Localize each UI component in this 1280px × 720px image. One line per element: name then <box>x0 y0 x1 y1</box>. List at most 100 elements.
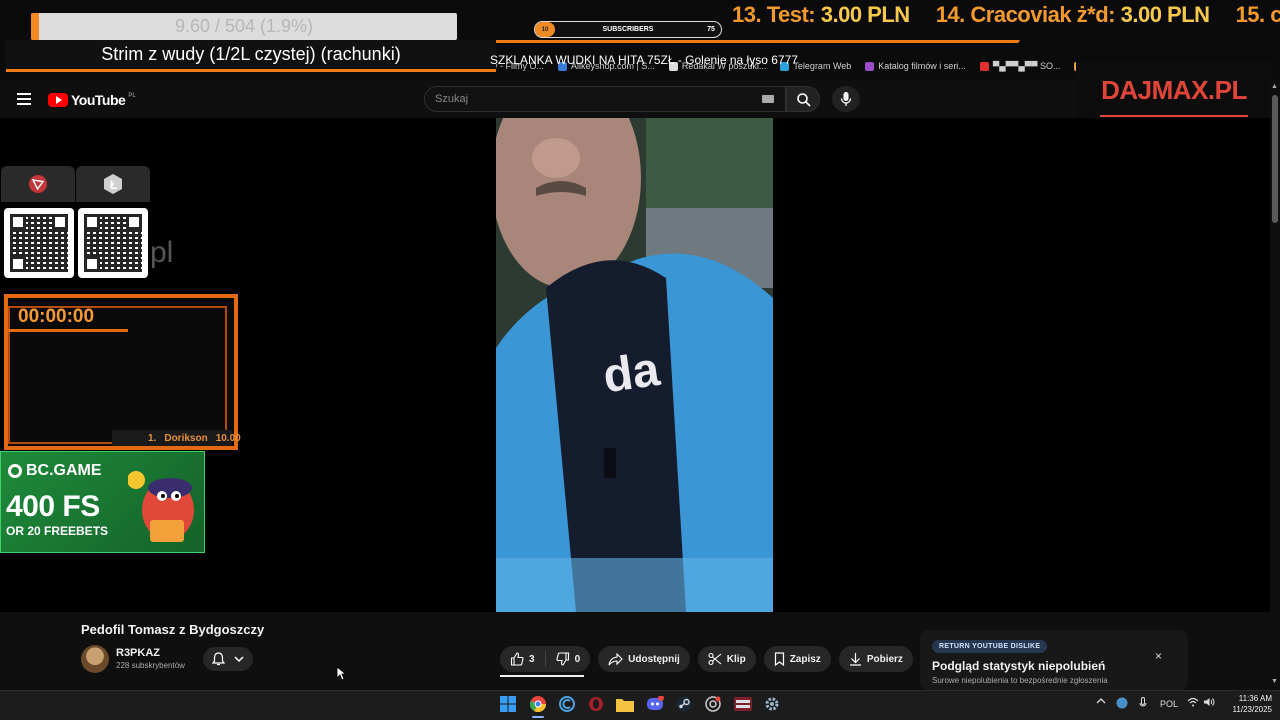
ryd-subtitle: Surowe niepolubienia to bezpośrednie zgł… <box>932 676 1108 685</box>
steam-icon[interactable] <box>675 695 693 713</box>
chrome-icon[interactable] <box>529 695 547 713</box>
channel-name[interactable]: R3PKAZ <box>116 647 160 659</box>
mouse-cursor-icon <box>336 666 346 681</box>
bookmark-label: Katalog filmów i seri... <box>878 61 966 71</box>
video-still: da <box>496 118 773 612</box>
microphone-icon <box>840 92 852 106</box>
windows-taskbar <box>0 690 1280 720</box>
like-ratio-bar <box>500 675 584 677</box>
channel-avatar[interactable] <box>81 645 109 673</box>
menu-icon[interactable] <box>17 93 31 105</box>
dajmax-underline <box>1100 115 1248 117</box>
subscribers-label: SUBSCRIBERS <box>602 26 654 33</box>
scissors-icon <box>708 652 722 666</box>
dislike-count: 0 <box>574 653 581 665</box>
bc-game-headline: 400 FS <box>6 490 100 523</box>
bc-game-mark-icon <box>8 464 22 478</box>
svg-text:Ł: Ł <box>110 178 117 192</box>
share-icon <box>608 652 623 665</box>
discord-icon[interactable] <box>646 695 664 713</box>
tron-tile <box>1 166 75 202</box>
keyboard-icon[interactable] <box>762 95 774 103</box>
ticker-item: 15. cenn <box>1235 2 1280 27</box>
leader-name: Dorikson <box>164 432 208 444</box>
notification-bell-button[interactable] <box>203 647 253 671</box>
leader-amount: 10.00 <box>215 432 241 444</box>
download-button[interactable]: Pobierz <box>838 646 913 672</box>
youtube-logo[interactable]: YouTube PL <box>48 92 136 108</box>
video-frame[interactable]: da <box>496 118 773 612</box>
scroll-up-icon[interactable]: ▲ <box>1271 83 1278 90</box>
channel-subscribers: 228 subskrybentów <box>116 661 185 670</box>
share-button[interactable]: Udostępnij <box>598 646 690 672</box>
like-count: 3 <box>529 653 535 665</box>
like-button[interactable]: 3 <box>500 646 545 672</box>
leader-rank: 1. <box>148 432 157 444</box>
subscribers-goal: 75 <box>707 26 715 33</box>
search-button[interactable] <box>786 86 820 112</box>
settings-gear-icon[interactable] <box>763 695 781 713</box>
save-button[interactable]: Zapisz <box>763 646 831 672</box>
screen: v - Filmy O... Allkeyshop.com | S... Redak… <box>0 0 1280 720</box>
dajmax-logo: DAJMAX.PL <box>1076 62 1272 118</box>
bc-game-subline: OR 20 FREEBETS <box>6 524 109 538</box>
subscribers-goal-bar: 10 SUBSCRIBERS 75 <box>534 21 722 38</box>
windows-start-icon[interactable] <box>499 695 517 713</box>
bookmark-label: Telegram Web <box>793 61 852 71</box>
ryd-close-button[interactable]: × <box>1155 649 1162 663</box>
steam-tray-icon[interactable] <box>1116 697 1128 711</box>
donation-message: SZKLANKA WUDKI NA HITA 75ZŁ - Golenie na… <box>490 53 798 67</box>
video-title: Pedofil Tomasz z Bydgoszczy <box>81 622 265 637</box>
stream-timer: 00:00:00 <box>18 306 95 327</box>
obs-app-icon[interactable] <box>734 695 752 713</box>
ryd-badge: RETURN YOUTUBE DISLIKE <box>932 640 1048 653</box>
bookmark-favicon-icon <box>979 61 989 71</box>
donation-goal-bar: 9.60 / 504 (1.9%) <box>31 13 457 40</box>
tray-overflow-icon[interactable] <box>1096 697 1106 707</box>
bookmark-icon <box>774 652 784 666</box>
litecoin-tile: Ł <box>76 166 150 202</box>
bookmark-item[interactable]: Katalog filmów i seri... <box>865 58 966 74</box>
microphone-tray-icon[interactable] <box>1139 697 1147 711</box>
stream-title: Strim z wudy (1/2L czystej) (rachunki) <box>6 40 496 72</box>
system-clock[interactable]: 11:36 AM 11/23/2025 <box>1222 693 1272 715</box>
opera-gx-icon[interactable] <box>587 695 605 713</box>
scrollbar-thumb[interactable] <box>1272 95 1278 223</box>
like-dislike-group: 3 0 <box>500 646 591 672</box>
chevron-down-icon <box>234 656 244 663</box>
thumbs-up-icon <box>510 652 524 666</box>
search-input[interactable]: Szukaj <box>424 86 786 112</box>
ccleaner-icon[interactable] <box>558 695 576 713</box>
tron-icon <box>29 175 47 193</box>
donation-goal-text: 9.60 / 504 (1.9%) <box>174 16 314 36</box>
ryd-title: Podgląd statystyk niepolubień <box>932 659 1106 673</box>
ticker-item: 13. Test: 3.00 PLN <box>732 2 910 27</box>
overlay-ghost-text: pl <box>150 236 174 269</box>
download-icon <box>849 653 861 666</box>
bookmark-label: ▀▄▀▀▄▀▀ SO... <box>992 61 1061 71</box>
file-explorer-icon[interactable] <box>616 695 634 713</box>
chrome-alt-icon[interactable] <box>704 695 722 713</box>
wifi-icon[interactable] <box>1187 697 1199 709</box>
bell-icon <box>212 652 225 666</box>
volume-icon[interactable] <box>1203 697 1215 709</box>
bookmark-favicon-icon <box>865 61 875 71</box>
voice-search-button[interactable] <box>832 86 860 112</box>
overlay-accent-line <box>478 40 1020 43</box>
litecoin-icon: Ł <box>104 174 122 194</box>
svg-text:da: da <box>600 343 663 403</box>
subscribers-current: 10 <box>535 22 555 37</box>
clock-time: 11:36 AM <box>1238 694 1272 703</box>
search-icon <box>797 93 811 107</box>
bc-game-logo: BC.GAME <box>8 462 102 480</box>
video-actions: 3 0 Udostępnij Klip Zapisz Pobierz <box>500 646 947 672</box>
litecoin-qr-code <box>78 208 148 278</box>
dislike-button[interactable]: 0 <box>546 646 591 672</box>
clip-button[interactable]: Klip <box>697 646 756 672</box>
language-indicator[interactable]: POL <box>1160 699 1178 709</box>
scroll-down-icon[interactable]: ▼ <box>1271 678 1278 685</box>
ticker-item: 14. Cracoviak ż*d: 3.00 PLN <box>935 2 1210 27</box>
youtube-wordmark: YouTube <box>71 92 126 108</box>
thumbs-down-icon <box>556 652 569 666</box>
bookmark-item[interactable]: ▀▄▀▀▄▀▀ SO... <box>979 58 1061 74</box>
